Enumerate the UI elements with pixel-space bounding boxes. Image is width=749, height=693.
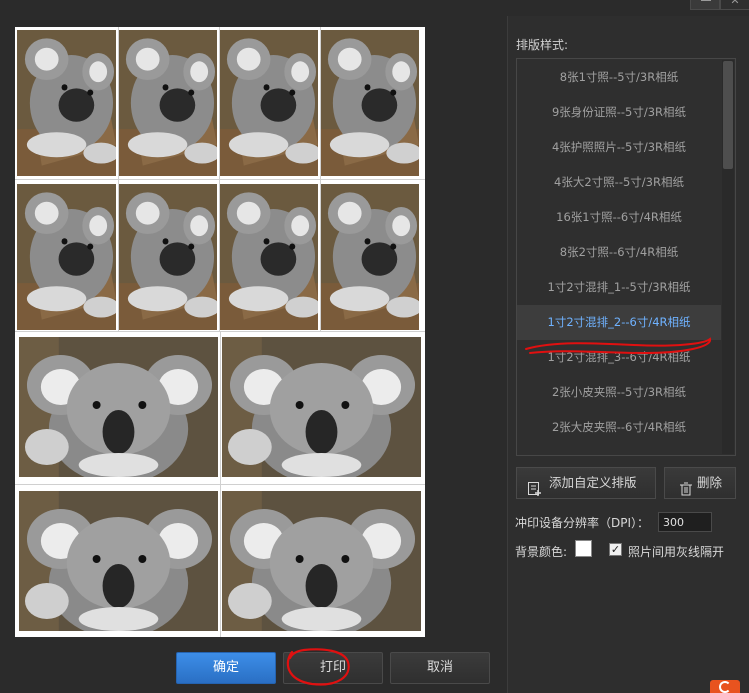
divider-line <box>15 484 425 485</box>
minimize-icon <box>691 0 719 8</box>
trash-icon <box>679 477 693 496</box>
layout-item[interactable]: 8张1寸照--5寸/3R相纸 <box>517 60 721 95</box>
add-custom-layout-button[interactable]: 添加自定义排版 <box>516 467 656 499</box>
delete-label: 删除 <box>697 475 723 490</box>
layout-item[interactable]: 2张小皮夹照--5寸/3R相纸 <box>517 375 721 410</box>
photo-2inch <box>222 337 421 477</box>
layout-item[interactable]: 2张大皮夹照--6寸/4R相纸 <box>517 410 721 445</box>
photo-1inch <box>17 184 116 330</box>
add-custom-layout-label: 添加自定义排版 <box>549 475 637 490</box>
divider-line <box>15 331 425 332</box>
layout-item[interactable]: 4张小皮夹照--6寸/4R相纸 <box>517 445 721 455</box>
photo-1inch <box>17 30 116 176</box>
delete-layout-button[interactable]: 删除 <box>664 467 736 499</box>
photo-1inch <box>219 30 318 176</box>
layout-item[interactable]: 1寸2寸混排_2--6寸/4R相纸 <box>517 305 721 340</box>
cancel-button[interactable]: 取消 <box>390 652 490 684</box>
dpi-input[interactable] <box>658 512 712 532</box>
layout-style-title: 排版样式: <box>516 38 569 52</box>
background-color-swatch[interactable] <box>575 540 592 557</box>
photo-1inch <box>118 30 217 176</box>
confirm-button[interactable]: 确定 <box>176 652 276 684</box>
print-preview-sheet <box>15 27 425 637</box>
layout-item[interactable]: 8张2寸照--6寸/4R相纸 <box>517 235 721 270</box>
print-button[interactable]: 打印 <box>283 652 383 684</box>
dpi-label: 冲印设备分辨率（DPI）： <box>515 516 650 530</box>
gray-line-label: 照片间用灰线隔开 <box>628 545 725 559</box>
layout-list[interactable]: 4张小皮夹照--6寸/4R相纸2张大皮夹照--6寸/4R相纸2张小皮夹照--5寸… <box>516 58 736 456</box>
close-icon: ✕ <box>730 0 740 7</box>
background-color-label: 背景颜色: <box>515 545 568 559</box>
layout-item[interactable]: 9张身份证照--5寸/3R相纸 <box>517 95 721 130</box>
app-logo <box>710 680 740 693</box>
photo-1inch <box>320 30 419 176</box>
scrollbar-thumb[interactable] <box>723 61 733 169</box>
logo-icon <box>719 681 731 693</box>
photo-1inch <box>118 184 217 330</box>
minimize-button[interactable] <box>690 0 720 10</box>
gray-line-checkbox[interactable]: ✓ <box>609 543 622 556</box>
layout-item[interactable]: 1寸2寸混排_1--5寸/3R相纸 <box>517 270 721 305</box>
add-layout-icon <box>528 477 542 496</box>
layout-item[interactable]: 4张大2寸照--5寸/3R相纸 <box>517 165 721 200</box>
photo-1inch <box>320 184 419 330</box>
photo-1inch <box>219 184 318 330</box>
layout-item[interactable]: 1寸2寸混排_3--6寸/4R相纸 <box>517 340 721 375</box>
divider-line <box>15 179 425 180</box>
layout-item[interactable]: 16张1寸照--6寸/4R相纸 <box>517 200 721 235</box>
photo-2inch <box>19 491 218 631</box>
photo-2inch <box>222 491 421 631</box>
layout-item[interactable]: 4张护照照片--5寸/3R相纸 <box>517 130 721 165</box>
close-button[interactable]: ✕ <box>720 0 749 10</box>
photo-2inch <box>19 337 218 477</box>
